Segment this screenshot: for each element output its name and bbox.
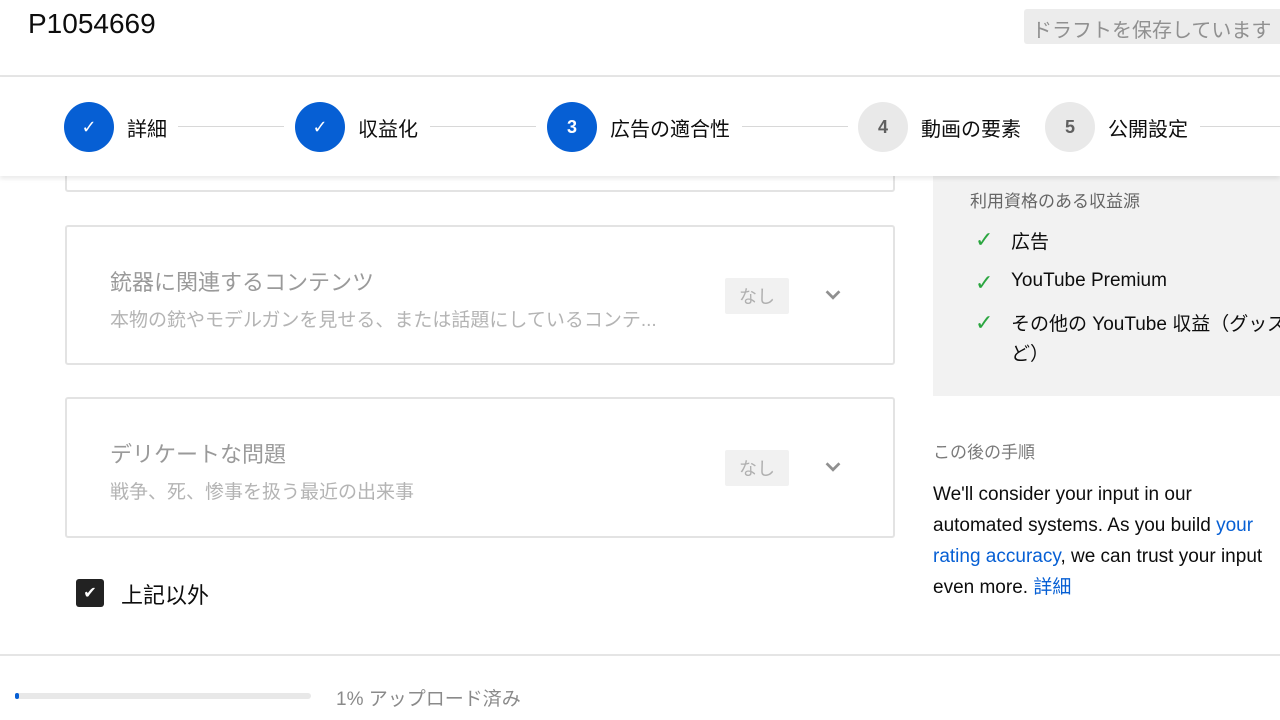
check-icon: ✔	[83, 585, 97, 602]
step-label: 公開設定	[1108, 118, 1188, 141]
step-visibility[interactable]: 5 公開設定	[1045, 102, 1188, 152]
learn-more-link[interactable]: 詳細	[1033, 577, 1071, 598]
revenue-label: 広告	[1011, 232, 1050, 253]
step-number: 3	[547, 102, 597, 152]
step-label: 収益化	[358, 118, 418, 141]
check-icon: ✓	[975, 310, 994, 335]
step-label: 広告の適合性	[610, 118, 730, 141]
revenue-label: YouTube Premium	[1011, 270, 1167, 291]
card-title: デリケートな問題	[110, 442, 287, 467]
video-title: P1054669	[28, 8, 156, 39]
revenue-label-part: その他の YouTube 収益（グッズな	[1011, 314, 1280, 335]
check-icon: ✓	[64, 102, 114, 152]
stepper: ✓ 詳細 ✓ 収益化 3 広告の適合性 4 動画の要素 5 公開設定	[0, 77, 1280, 176]
check-icon: ✓	[975, 227, 994, 252]
none-of-above-checkbox[interactable]: ✔	[76, 579, 104, 607]
check-icon: ✓	[975, 270, 994, 295]
chevron-down-icon[interactable]	[822, 456, 844, 478]
step-number: 4	[858, 102, 908, 152]
revenue-item: ✓ 広告	[975, 227, 1049, 254]
step-monetization[interactable]: ✓ 収益化	[295, 102, 418, 152]
step-label: 動画の要素	[921, 118, 1021, 141]
next-steps-heading: この後の手順	[933, 443, 1035, 462]
next-steps-text: We'll consider your input in our automat…	[933, 479, 1273, 603]
text: , we can trust	[1060, 546, 1174, 567]
step-label: 詳細	[127, 118, 167, 141]
step-connector	[178, 126, 284, 127]
check-icon: ✓	[295, 102, 345, 152]
step-video-elements[interactable]: 4 動画の要素	[858, 102, 1021, 152]
card-sensitive-issues[interactable]: デリケートな問題 戦争、死、惨事を扱う最近の出来事 なし	[65, 397, 895, 538]
upload-progress-bar	[15, 693, 311, 699]
step-number: 5	[1045, 102, 1095, 152]
checkbox-label: 上記以外	[121, 583, 210, 608]
card-description: 本物の銃やモデルガンを見せる、または話題にしているコンテ...	[110, 310, 657, 331]
rating-badge: なし	[725, 278, 789, 314]
chevron-down-icon[interactable]	[822, 284, 844, 306]
revenue-item: ✓ YouTube Premium	[975, 270, 1167, 296]
card-firearms[interactable]: 銃器に関連するコンテンツ 本物の銃やモデルガンを見せる、または話題にしているコン…	[65, 225, 895, 365]
revenue-item: ✓ その他の YouTube 収益（グッズなど）	[975, 310, 1280, 370]
step-connector	[742, 126, 848, 127]
upload-progress-fill	[15, 693, 20, 699]
card-title: 銃器に関連するコンテンツ	[110, 270, 375, 295]
text: As you build	[1107, 515, 1217, 536]
step-ad-suitability[interactable]: 3 広告の適合性	[547, 102, 730, 152]
revenue-heading: 利用資格のある収益源	[970, 192, 1140, 211]
draft-status: ドラフトを保存しています	[1024, 9, 1280, 44]
upload-status: 1% アップロード済み	[336, 689, 521, 710]
rating-badge: なし	[725, 450, 789, 486]
step-details[interactable]: ✓ 詳細	[64, 102, 167, 152]
revenue-label: その他の YouTube 収益（グッズなど）	[1011, 310, 1280, 370]
revenue-label-cont: ど）	[1011, 344, 1050, 365]
step-connector	[430, 126, 536, 127]
step-connector	[1200, 126, 1280, 127]
divider	[0, 654, 1280, 656]
card-description: 戦争、死、惨事を扱う最近の出来事	[110, 482, 415, 503]
